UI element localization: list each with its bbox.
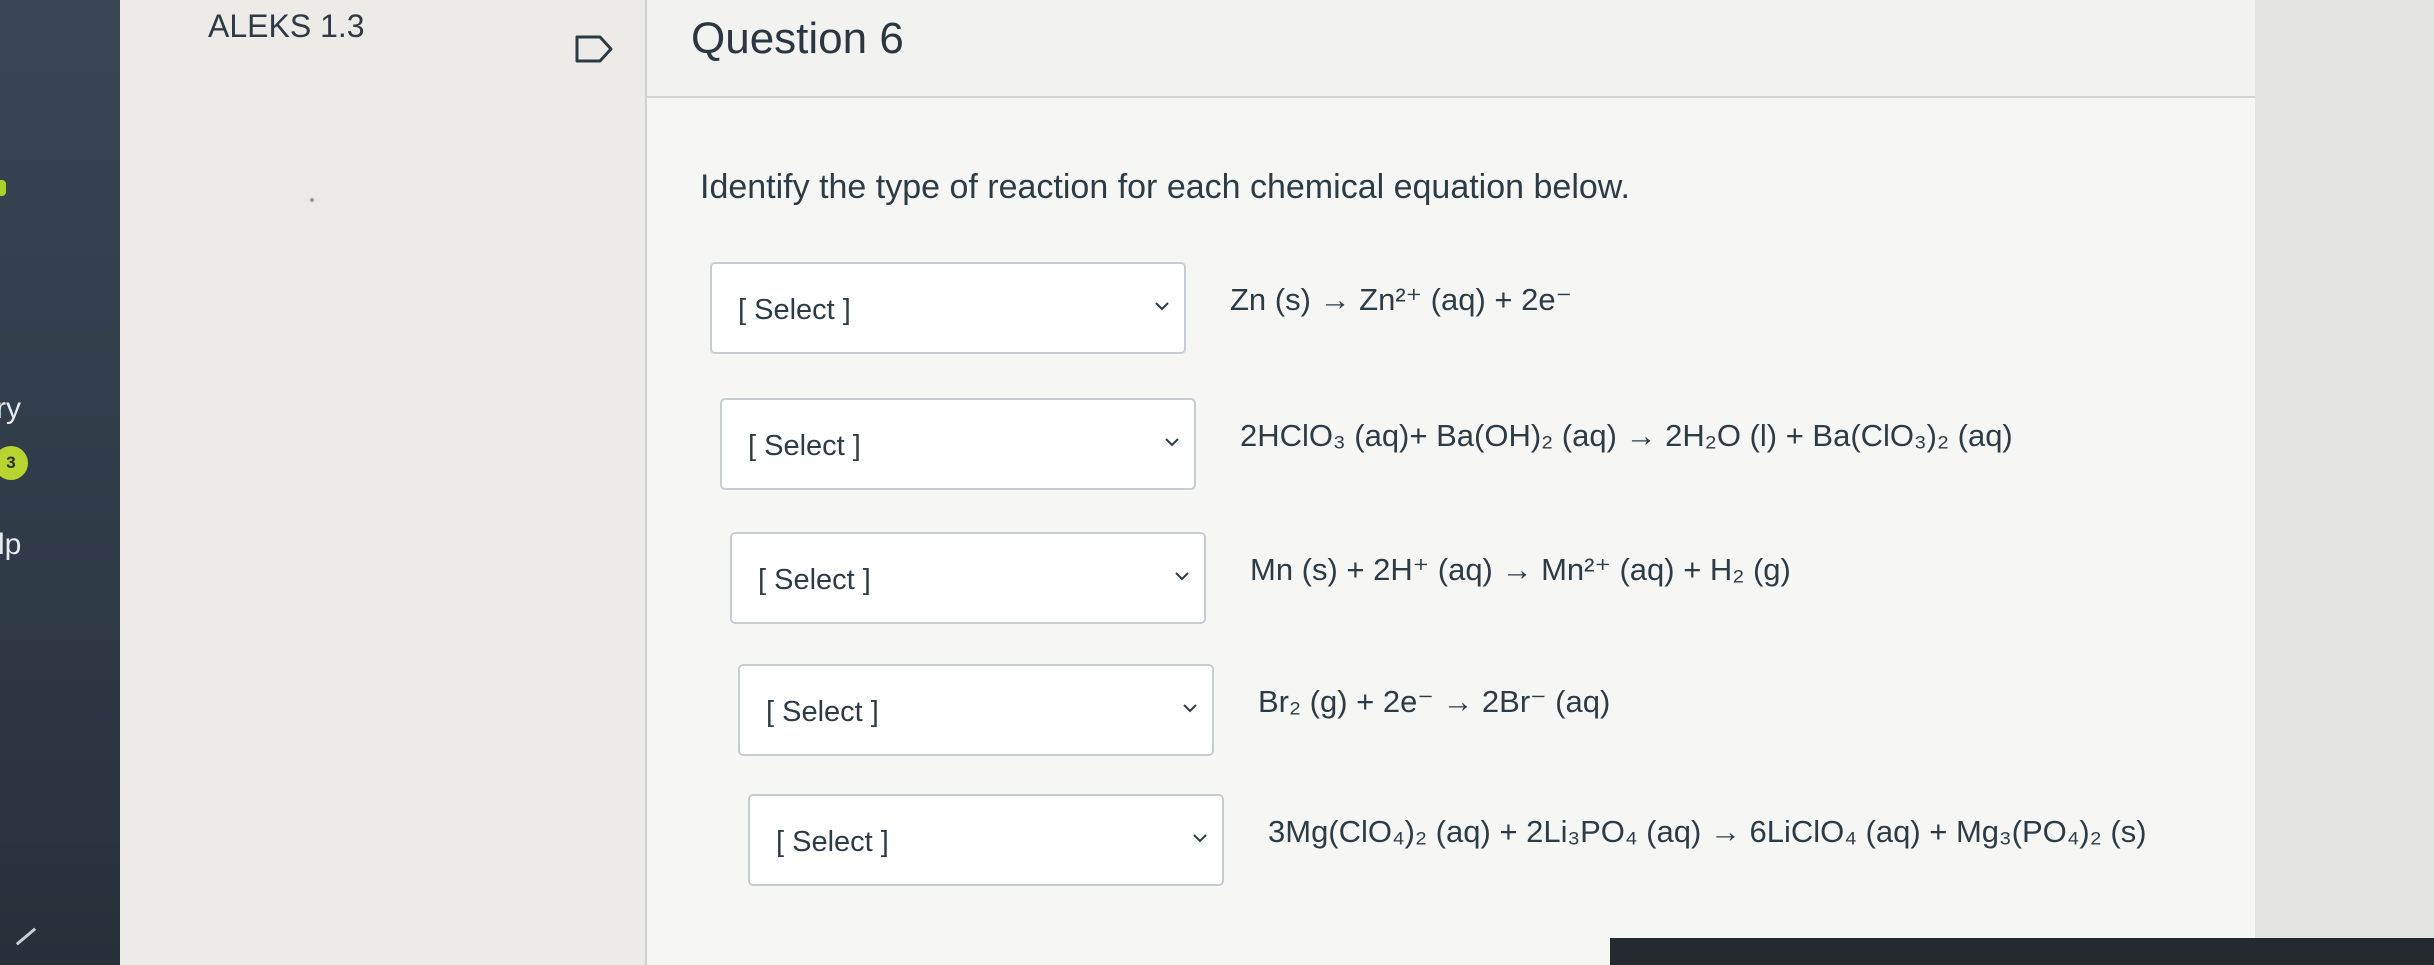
chemical-equation-4: Br₂ (g) + 2e⁻ → 2Br⁻ (aq) bbox=[1258, 684, 1611, 719]
select-label: [ Select ] bbox=[776, 826, 889, 858]
select-label: [ Select ] bbox=[758, 564, 871, 596]
left-nav-sidebar: ry 3 lp bbox=[0, 0, 120, 965]
sidebar-text-fragment[interactable]: ry bbox=[0, 392, 21, 426]
question-title: Question 6 bbox=[691, 14, 904, 63]
chemical-equation-3: Mn (s) + 2H⁺ (aq) → Mn²⁺ (aq) + H₂ (g) bbox=[1250, 552, 1791, 587]
speck bbox=[310, 198, 314, 202]
chevron-down-icon bbox=[1165, 438, 1179, 447]
chevron-down-icon bbox=[1175, 572, 1189, 581]
app-title: ALEKS 1.3 bbox=[208, 8, 365, 44]
select-label: [ Select ] bbox=[748, 430, 861, 462]
right-background bbox=[2255, 0, 2434, 965]
sidebar-text-fragment-2[interactable]: lp bbox=[0, 528, 21, 562]
chemical-equation-1: Zn (s) → Zn²⁺ (aq) + 2e⁻ bbox=[1230, 282, 1572, 317]
chevron-down-icon bbox=[1183, 704, 1197, 713]
count-badge: 3 bbox=[0, 446, 28, 480]
reaction-type-select-3[interactable]: [ Select ] bbox=[730, 532, 1206, 624]
reaction-type-select-4[interactable]: [ Select ] bbox=[738, 664, 1214, 756]
chemical-equation-2: 2HClO₃ (aq)+ Ba(OH)₂ (aq) → 2H₂O (l) + B… bbox=[1240, 418, 2013, 453]
chevron-down-icon bbox=[1155, 302, 1169, 311]
nav-indicator bbox=[0, 180, 6, 196]
select-label: [ Select ] bbox=[738, 294, 851, 326]
sidebar-mark bbox=[15, 927, 37, 946]
reaction-type-select-1[interactable]: [ Select ] bbox=[710, 262, 1186, 354]
reaction-type-select-5[interactable]: [ Select ] bbox=[748, 794, 1224, 886]
select-label: [ Select ] bbox=[766, 696, 879, 728]
left-pane: ALEKS 1.3 bbox=[120, 0, 645, 965]
question-header: Question 6 bbox=[647, 0, 2257, 98]
chemical-equation-5: 3Mg(ClO₄)₂ (aq) + 2Li₃PO₄ (aq) → 6LiClO₄… bbox=[1268, 814, 2147, 849]
screen-edge bbox=[1610, 938, 2434, 965]
flag-icon[interactable] bbox=[574, 34, 614, 64]
chevron-down-icon bbox=[1193, 834, 1207, 843]
reaction-type-select-2[interactable]: [ Select ] bbox=[720, 398, 1196, 490]
question-instructions: Identify the type of reaction for each c… bbox=[700, 168, 1630, 206]
